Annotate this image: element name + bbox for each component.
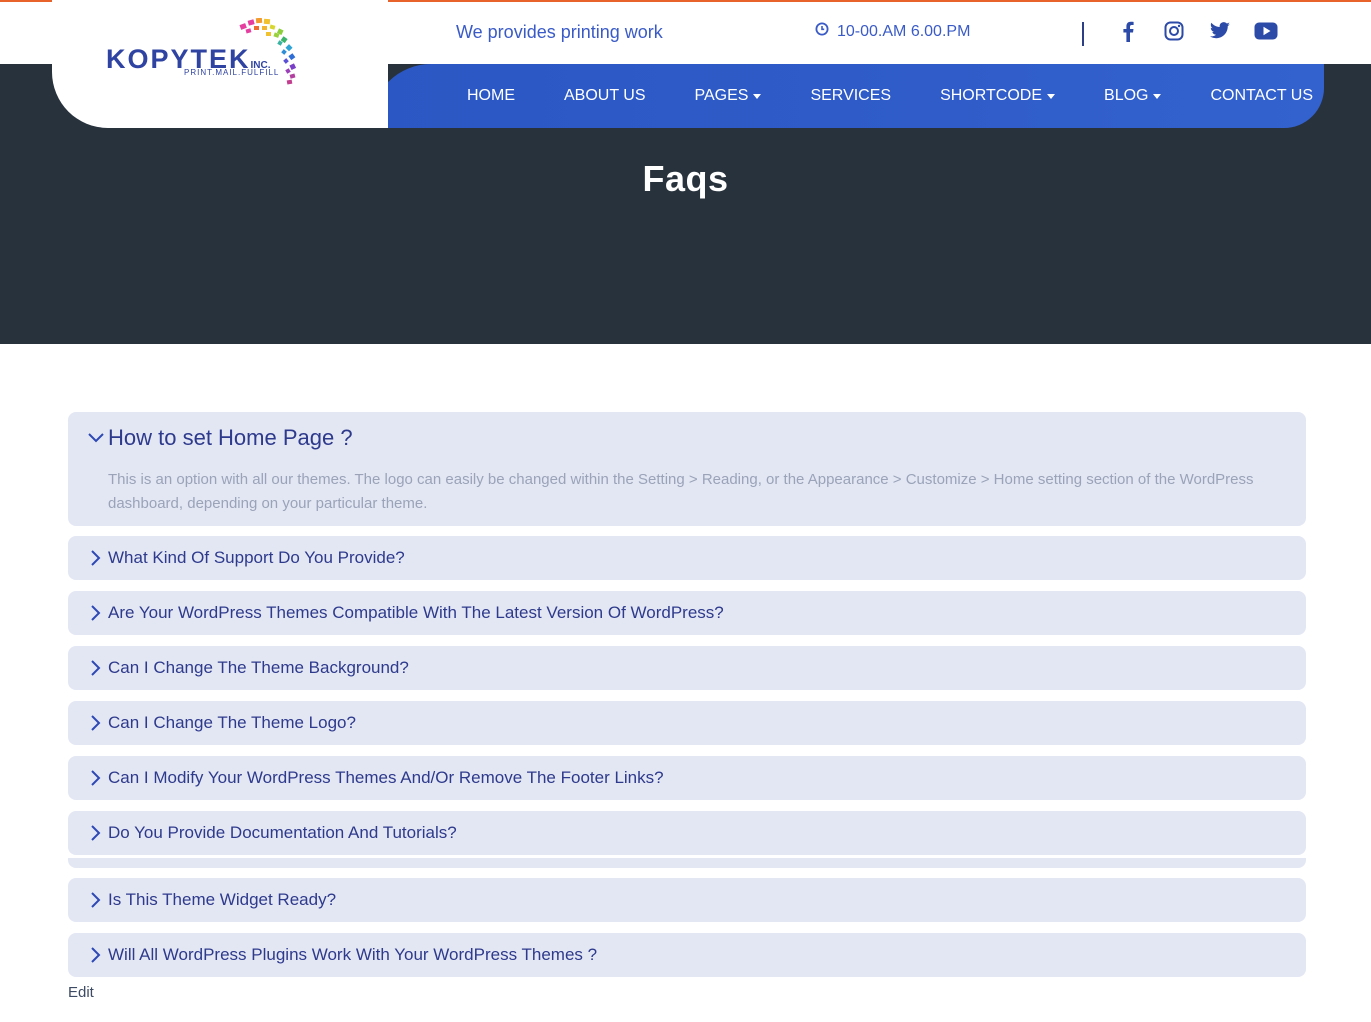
caret-down-icon [1153,93,1162,99]
chevron-down-icon [88,430,104,446]
chevron-right-icon [88,825,104,841]
tagline-text: We provides printing work [456,22,663,42]
faq-toggle[interactable]: What Kind Of Support Do You Provide? [88,536,405,580]
chevron-right-icon [88,947,104,963]
faq-item: What Kind Of Support Do You Provide? [68,536,1306,580]
nav-item-about-us[interactable]: ABOUT US [564,87,646,105]
chevron-right-icon [88,892,104,908]
faq-toggle[interactable]: Can I Change The Theme Background? [88,646,409,690]
nav-item-pages[interactable]: PAGES [695,87,762,105]
social-links [1115,18,1279,44]
faq-question: How to set Home Page ? [108,425,353,450]
clock-icon [815,22,829,41]
logo-subtitle: PRINT.MAIL.FULFILL [184,68,280,77]
nav-items: HOME ABOUT US PAGES SERVICES SHORTCODE B… [467,64,1313,128]
faq-toggle[interactable]: Are Your WordPress Themes Compatible Wit… [88,591,724,635]
caret-down-icon [753,93,762,99]
topbar-divider [1082,22,1084,46]
faq-question: Is This Theme Widget Ready? [108,890,337,909]
faq-question: Do You Provide Documentation And Tutoria… [108,823,457,842]
faq-item: Is This Theme Widget Ready? [68,878,1306,922]
faq-item: How to set Home Page ? This is an option… [68,412,1306,526]
faq-toggle[interactable]: Do You Provide Documentation And Tutoria… [88,811,457,855]
nav-item-services[interactable]: SERVICES [810,87,891,105]
faq-question: Can I Modify Your WordPress Themes And/O… [108,768,664,787]
faq-question: Can I Change The Theme Background? [108,658,409,677]
faq-item: Are Your WordPress Themes Compatible Wit… [68,591,1306,635]
chevron-right-icon [88,715,104,731]
site-logo[interactable]: KOPYTEKINC. PRINT.MAIL.FULFILL [104,18,304,88]
faq-separator-strip [68,858,1306,868]
youtube-icon[interactable] [1253,18,1279,44]
faq-question: Can I Change The Theme Logo? [108,713,356,732]
nav-item-contact-us[interactable]: CONTACT US [1210,87,1313,105]
faq-toggle[interactable]: Can I Change The Theme Logo? [88,701,356,745]
faq-question: Are Your WordPress Themes Compatible Wit… [108,603,724,622]
faq-toggle[interactable]: Will All WordPress Plugins Work With You… [88,933,597,977]
facebook-icon[interactable] [1115,18,1141,44]
faq-toggle[interactable]: How to set Home Page ? [88,412,353,464]
caret-down-icon [1047,93,1056,99]
faq-answer: This is an option with all our themes. T… [108,471,1254,512]
hours-text: 10-00.AM 6.00.PM [837,22,971,40]
faq-item: Can I Change The Theme Background? [68,646,1306,690]
faq-item: Do You Provide Documentation And Tutoria… [68,811,1306,855]
faq-item: Can I Modify Your WordPress Themes And/O… [68,756,1306,800]
faq-toggle[interactable]: Is This Theme Widget Ready? [88,878,336,922]
chevron-right-icon [88,660,104,676]
nav-item-blog[interactable]: BLOG [1104,87,1162,105]
opening-hours: 10-00.AM 6.00.PM [815,22,970,41]
instagram-icon[interactable] [1161,18,1187,44]
chevron-right-icon [88,550,104,566]
twitter-icon[interactable] [1207,18,1233,44]
nav-item-home[interactable]: HOME [467,87,515,105]
faq-item: Can I Change The Theme Logo? [68,701,1306,745]
faq-toggle[interactable]: Can I Modify Your WordPress Themes And/O… [88,756,664,800]
chevron-right-icon [88,770,104,786]
nav-item-shortcode[interactable]: SHORTCODE [940,87,1056,105]
faq-question: Will All WordPress Plugins Work With You… [108,945,598,964]
edit-link[interactable]: Edit [68,984,94,1001]
chevron-right-icon [88,605,104,621]
faq-question: What Kind Of Support Do You Provide? [108,548,405,567]
page-title: Faqs [642,158,729,199]
main-navigation: HOME ABOUT US PAGES SERVICES SHORTCODE B… [371,64,1324,128]
faq-item: Will All WordPress Plugins Work With You… [68,933,1306,977]
